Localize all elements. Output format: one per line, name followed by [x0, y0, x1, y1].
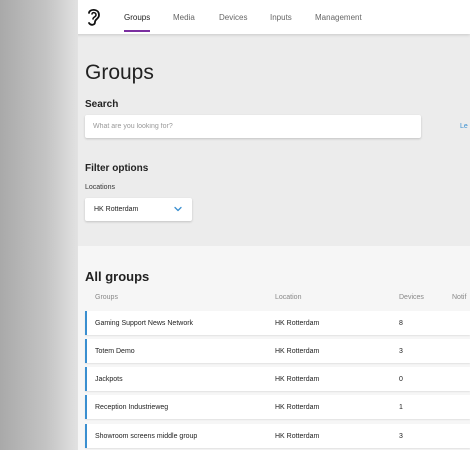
group-location: HK Rotterdam: [275, 348, 320, 355]
filter-options-heading: Filter options: [85, 163, 149, 174]
ear-logo-icon[interactable]: [86, 7, 102, 27]
group-location: HK Rotterdam: [275, 433, 320, 440]
column-header-notifications[interactable]: Notif: [452, 294, 466, 301]
table-row[interactable]: Totem Demo HK Rotterdam 3: [85, 339, 470, 363]
search-side-link[interactable]: Le: [460, 123, 468, 130]
group-location: HK Rotterdam: [275, 320, 320, 327]
search-heading: Search: [85, 99, 119, 110]
column-header-location[interactable]: Location: [275, 294, 301, 301]
table-row[interactable]: Showroom screens middle group HK Rotterd…: [85, 424, 470, 448]
location-selected-value: HK Rotterdam: [94, 206, 139, 213]
group-name: Reception Industrieweg: [95, 404, 169, 411]
tab-inputs[interactable]: Inputs: [270, 13, 292, 22]
table-row[interactable]: Jackpots HK Rotterdam 0: [85, 367, 470, 391]
group-name: Totem Demo: [95, 348, 135, 355]
group-device-count: 3: [399, 348, 403, 355]
chevron-down-icon: [174, 206, 182, 212]
group-device-count: 0: [399, 376, 403, 383]
column-header-devices[interactable]: Devices: [399, 294, 424, 301]
location-dropdown[interactable]: HK Rotterdam: [85, 198, 192, 221]
sidebar-overlay: [0, 0, 78, 450]
group-device-count: 8: [399, 320, 403, 327]
group-name: Gaming Support News Network: [95, 320, 194, 327]
tab-media[interactable]: Media: [173, 13, 195, 22]
group-device-count: 3: [399, 433, 403, 440]
tab-groups[interactable]: Groups: [124, 13, 150, 22]
all-groups-title: All groups: [85, 269, 150, 284]
group-location: HK Rotterdam: [275, 376, 320, 383]
group-name: Showroom screens middle group: [95, 433, 198, 440]
table-row[interactable]: Gaming Support News Network HK Rotterdam…: [85, 311, 470, 335]
page-title: Groups: [85, 61, 154, 84]
group-device-count: 1: [399, 404, 403, 411]
search-input[interactable]: [85, 115, 421, 138]
active-tab-indicator: [124, 30, 150, 32]
tab-management[interactable]: Management: [315, 13, 362, 22]
page: Groups Media Devices Inputs Management G…: [0, 0, 470, 450]
locations-label: Locations: [85, 184, 115, 191]
group-name: Jackpots: [95, 376, 123, 383]
tab-devices[interactable]: Devices: [219, 13, 247, 22]
group-location: HK Rotterdam: [275, 404, 320, 411]
table-row[interactable]: Reception Industrieweg HK Rotterdam 1: [85, 395, 470, 419]
column-header-groups[interactable]: Groups: [95, 294, 118, 301]
